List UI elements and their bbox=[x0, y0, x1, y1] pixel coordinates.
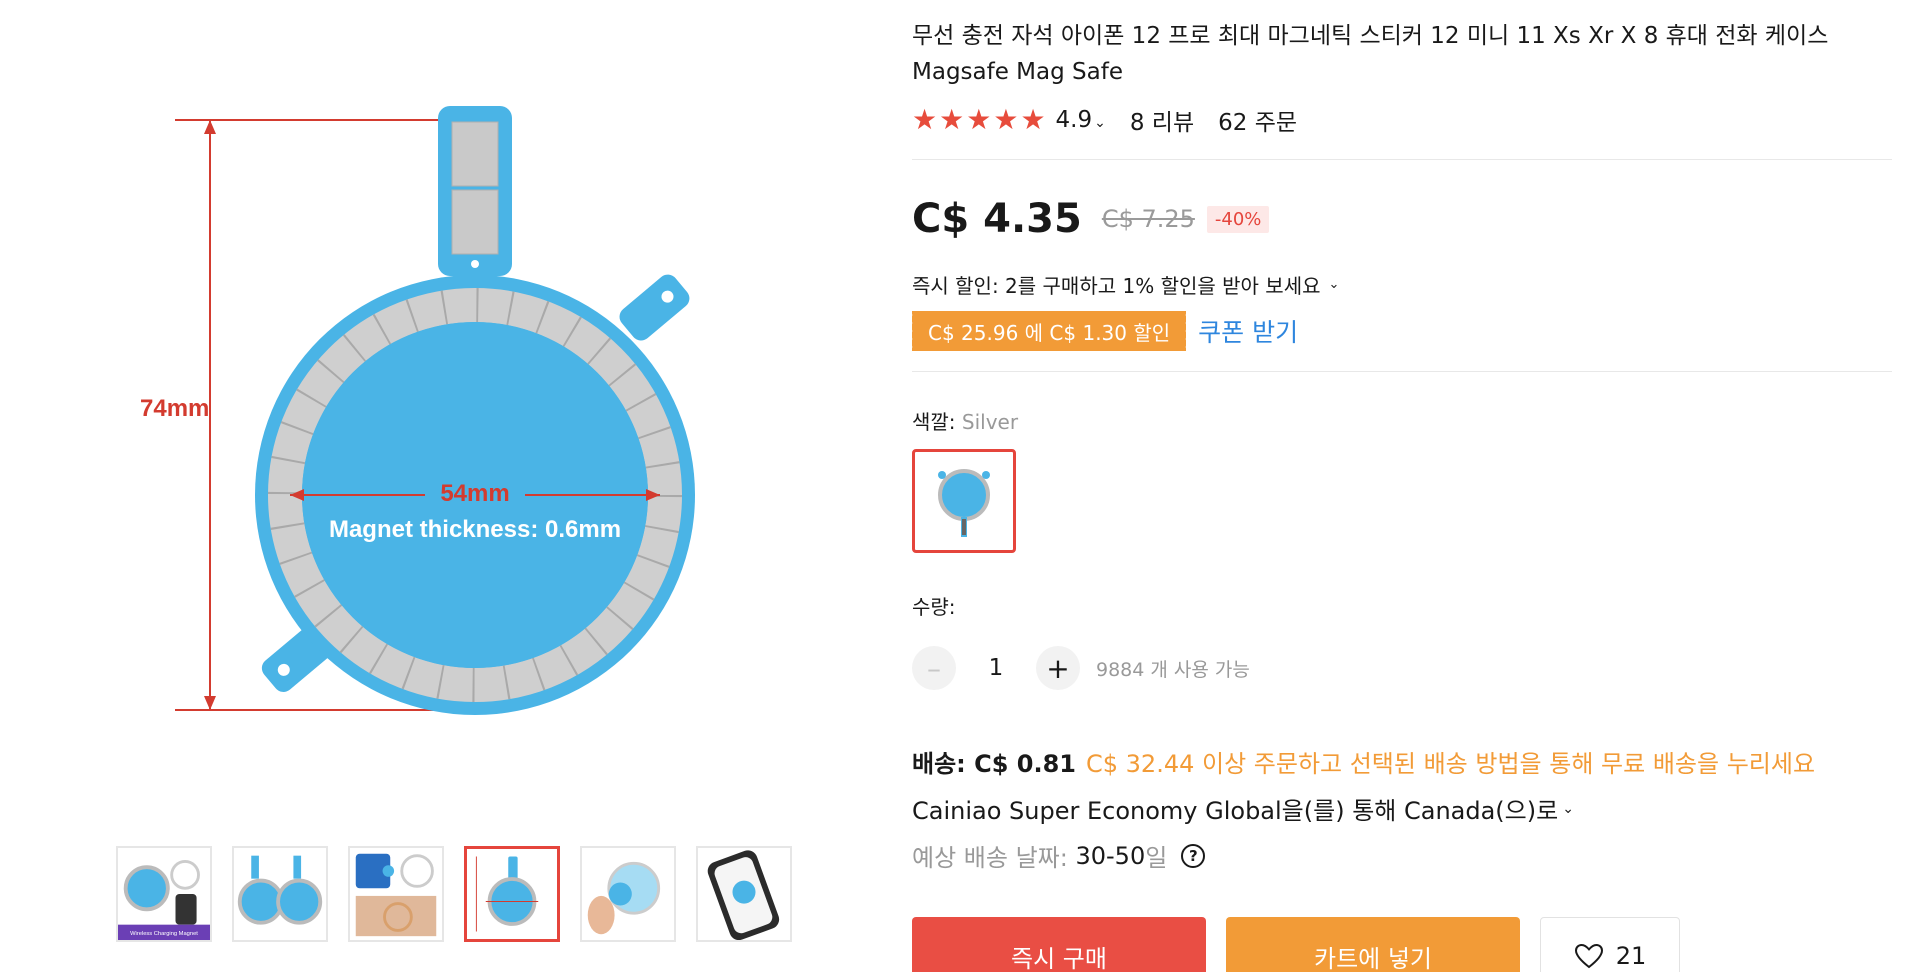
discount-badge: -40% bbox=[1206, 205, 1270, 233]
thumbnail-5[interactable] bbox=[580, 846, 676, 942]
wishlist-count: 21 bbox=[1615, 942, 1647, 970]
quantity-available: 9884 개 사용 가능 bbox=[1096, 658, 1250, 681]
product-info-panel: 무선 충전 자석 아이폰 12 프로 최대 마그네틱 스티커 12 미니 11 … bbox=[908, 18, 1892, 972]
eta-value: 30-50 bbox=[1075, 841, 1146, 870]
divider bbox=[912, 159, 1892, 160]
shipping-method: Cainiao Super Economy Global을(를) 통해 Cana… bbox=[912, 797, 1559, 825]
color-label-row: 색깔: Silver bbox=[912, 406, 1892, 435]
thumbnail-1[interactable]: Wireless Charging Magnet bbox=[116, 846, 212, 942]
star-icon: ★ bbox=[993, 103, 1019, 136]
eta-unit: 일 bbox=[1145, 844, 1168, 872]
add-to-cart-button[interactable]: 카트에 넣기 bbox=[1226, 917, 1520, 972]
color-swatch-silver[interactable] bbox=[912, 449, 1016, 553]
rating-dropdown[interactable]: 4.9 ⌄ bbox=[1056, 107, 1106, 133]
thumbnail-1-caption: Wireless Charging Magnet bbox=[130, 931, 198, 937]
quantity-label: 수량: bbox=[912, 595, 956, 619]
quantity-decrease-button[interactable]: – bbox=[912, 646, 956, 690]
swatch-thumbnail bbox=[938, 469, 990, 537]
thumbnail-4[interactable] bbox=[464, 846, 560, 942]
quantity-value[interactable]: 1 bbox=[956, 655, 1036, 681]
get-coupon-link[interactable]: 쿠폰 받기 bbox=[1198, 313, 1298, 349]
thumbnail-6[interactable] bbox=[696, 846, 792, 942]
coupon-row: C$ 25.96 에 C$ 1.30 할인 쿠폰 받기 bbox=[908, 311, 1892, 351]
color-label: 색깔: bbox=[912, 410, 956, 434]
instant-discount[interactable]: 즉시 할인: 2를 구매하고 1% 할인을 받아 보세요 ⌄ bbox=[912, 270, 1892, 299]
height-dimension-label: 74mm bbox=[140, 395, 210, 422]
orders-count: 62 주문 bbox=[1218, 110, 1298, 136]
star-icon: ★ bbox=[939, 103, 965, 136]
eta-label: 예상 배송 날짜: bbox=[912, 844, 1068, 872]
thumbnail-3[interactable] bbox=[348, 846, 444, 942]
divider bbox=[912, 371, 1892, 372]
free-shipping-note: C$ 32.44 이상 주문하고 선택된 배송 방법을 통해 무료 배송을 누리… bbox=[1086, 750, 1816, 778]
star-icon: ★ bbox=[1020, 103, 1046, 136]
original-price: C$ 7.25 bbox=[1101, 205, 1195, 233]
help-icon[interactable]: ? bbox=[1181, 843, 1206, 868]
quantity-stepper: – 1 + 9884 개 사용 가능 bbox=[912, 646, 1892, 690]
wishlist-button[interactable]: 21 bbox=[1540, 917, 1680, 972]
shipping-cost: 배송: C$ 0.81 bbox=[912, 750, 1076, 778]
thumbnail-strip: Wireless Charging Magnet bbox=[116, 846, 792, 942]
color-value: Silver bbox=[961, 410, 1019, 434]
width-dimension-label: 54mm bbox=[440, 480, 510, 507]
current-price: C$ 4.35 bbox=[912, 196, 1082, 242]
product-title: 무선 충전 자석 아이폰 12 프로 최대 마그네틱 스티커 12 미니 11 … bbox=[912, 23, 1829, 85]
instant-discount-text: 즉시 할인: 2를 구매하고 1% 할인을 받아 보세요 bbox=[912, 274, 1321, 298]
estimated-delivery: 예상 배송 날짜: 30-50 일 ? bbox=[912, 838, 1892, 873]
shipping-method-selector[interactable]: Cainiao Super Economy Global을(를) 통해 Cana… bbox=[912, 791, 1892, 826]
coupon-badge: C$ 25.96 에 C$ 1.30 할인 bbox=[908, 311, 1190, 351]
rating-row: ★ ★ ★ ★ ★ 4.9 ⌄ 8 리뷰 62 주문 bbox=[912, 103, 1892, 137]
star-icon: ★ bbox=[966, 103, 992, 136]
chevron-down-icon: ⌄ bbox=[1328, 277, 1340, 292]
rating-stars: ★ ★ ★ ★ ★ bbox=[912, 106, 1046, 134]
heart-icon bbox=[1574, 943, 1603, 969]
reviews-link[interactable]: 8 리뷰 bbox=[1130, 103, 1194, 137]
action-buttons: 즉시 구매 카트에 넣기 21 bbox=[912, 917, 1892, 972]
rating-value: 4.9 bbox=[1055, 107, 1093, 133]
buy-now-button[interactable]: 즉시 구매 bbox=[912, 917, 1206, 972]
star-icon: ★ bbox=[912, 103, 938, 136]
thickness-label: Magnet thickness: 0.6mm bbox=[328, 516, 622, 543]
main-product-image[interactable]: 74mm 54mm Magnet thickness: 0.6mm bbox=[140, 70, 760, 730]
thumbnail-2[interactable] bbox=[232, 846, 328, 942]
chevron-down-icon: ⌄ bbox=[1094, 115, 1106, 131]
shipping-cost-row: 배송: C$ 0.81 C$ 32.44 이상 주문하고 선택된 배송 방법을 … bbox=[912, 744, 1892, 779]
price-row: C$ 4.35 C$ 7.25 -40% bbox=[912, 194, 1892, 244]
chevron-down-icon: ⌄ bbox=[1562, 800, 1574, 817]
quantity-increase-button[interactable]: + bbox=[1036, 646, 1080, 690]
